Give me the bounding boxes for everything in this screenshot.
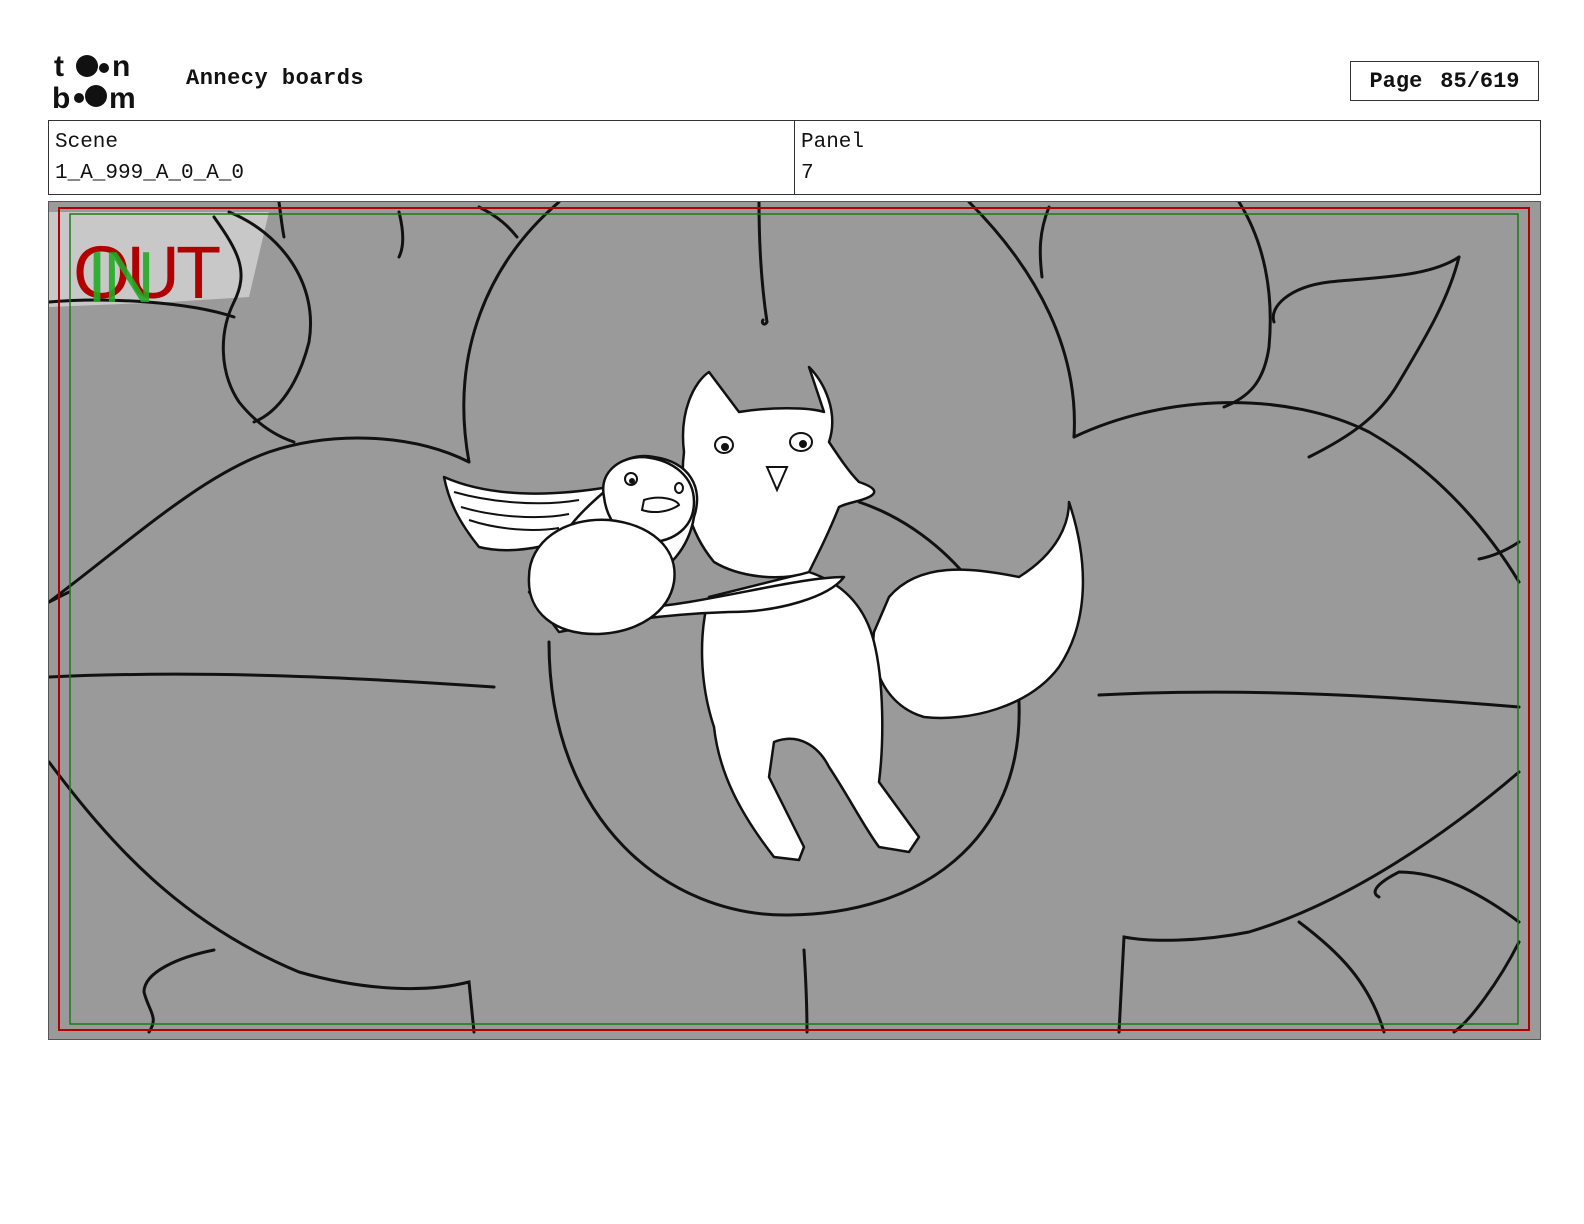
svg-text:b: b	[52, 82, 70, 112]
svg-text:t: t	[54, 50, 64, 83]
svg-text:n: n	[112, 50, 130, 83]
panel-drawing: OUT IN	[49, 202, 1539, 1038]
toon-boom-logo: t n b m	[52, 50, 136, 112]
storyboard-panel: OUT IN	[48, 201, 1541, 1040]
svg-text:m: m	[109, 82, 136, 112]
document-title: Annecy boards	[186, 66, 365, 91]
scene-panel-table: Scene 1_A_999_A_0_A_0 Panel 7	[48, 120, 1541, 195]
panel-cell: Panel 7	[794, 121, 1540, 194]
panel-value: 7	[801, 162, 814, 185]
page-number: 85/619	[1440, 68, 1520, 94]
page-indicator: Page 85/619	[1350, 61, 1539, 101]
scene-cell: Scene 1_A_999_A_0_A_0	[49, 121, 794, 194]
overlay-in-text: IN	[87, 238, 151, 318]
page-label: Page	[1369, 68, 1423, 94]
scene-label: Scene	[55, 131, 119, 154]
scene-value: 1_A_999_A_0_A_0	[55, 162, 245, 185]
panel-label: Panel	[801, 131, 865, 154]
